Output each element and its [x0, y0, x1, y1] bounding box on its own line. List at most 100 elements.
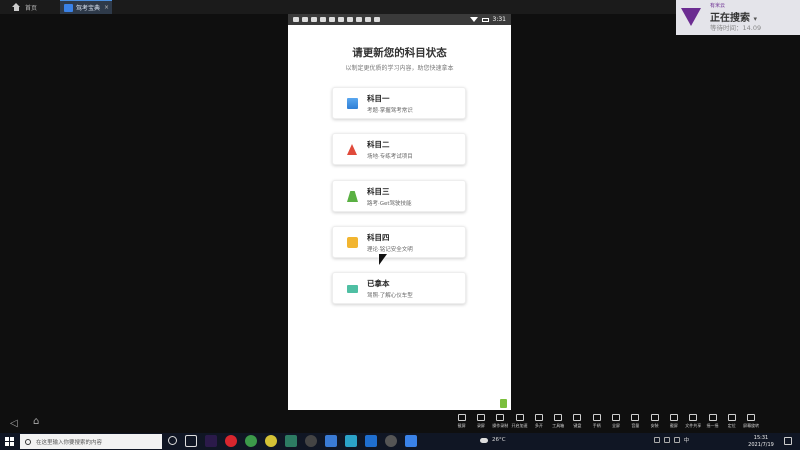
road-icon: [347, 191, 358, 202]
wifi-icon: [469, 17, 478, 22]
tool-icon: [612, 414, 621, 421]
card-title: 科目四: [367, 233, 390, 242]
app-icon[interactable]: [385, 435, 397, 447]
tool-button[interactable]: 多开: [529, 411, 548, 433]
weather-temp: 26°C: [492, 437, 506, 443]
premiere-icon[interactable]: [205, 435, 217, 447]
tool-icon: [727, 414, 736, 421]
card-title: 已拿本: [367, 279, 390, 288]
app-icon[interactable]: [345, 435, 357, 447]
ime-indicator[interactable]: 中: [684, 436, 690, 444]
phone-screen: 3:31 请更新您的科目状态 以制定更优质的学习内容，助您快速拿本 科目一 考题…: [288, 14, 511, 410]
search-placeholder: 在这里输入你要搜索的内容: [36, 439, 103, 446]
taskbar-clock[interactable]: 15:31 2021/7/19: [746, 435, 776, 448]
subject-card-4[interactable]: 科目四 理论·铭记安全文明: [332, 226, 466, 258]
notice-label: 有米云: [710, 3, 726, 9]
home-icon: [12, 3, 21, 11]
tool-button[interactable]: 文件共享: [684, 411, 703, 433]
subject-card-3[interactable]: 科目三 路考·Get驾驶技能: [332, 180, 466, 212]
cortana-icon[interactable]: [168, 436, 177, 445]
app-icon[interactable]: [325, 435, 337, 447]
card-title: 科目一: [367, 94, 390, 103]
phone-status-bar: 3:31: [288, 14, 511, 25]
system-tray: 26°C 中: [480, 436, 689, 444]
tool-icon: [669, 414, 678, 421]
tool-button[interactable]: 操作录制: [491, 411, 510, 433]
card-subtitle: 场地·专练考试项目: [367, 154, 413, 160]
tool-icon: [554, 414, 563, 421]
home-nav-icon[interactable]: ⌂: [33, 416, 39, 427]
page-title: 请更新您的科目状态: [352, 47, 447, 59]
tool-icon: [573, 414, 582, 421]
tool-button[interactable]: 截屏: [452, 411, 471, 433]
tool-icon: [747, 414, 756, 421]
taskbar-search-input[interactable]: 在这里输入你要搜索的内容: [20, 434, 162, 449]
tool-icon: [496, 414, 505, 421]
battery-saver-icon[interactable]: [500, 399, 507, 408]
subject-card-5[interactable]: 已拿本 驾照·了解心仪车型: [332, 272, 466, 304]
browser-icon[interactable]: [265, 435, 277, 447]
tray-icon[interactable]: [663, 437, 670, 443]
clock-date: 2021/7/19: [748, 441, 774, 448]
tool-icon: [592, 414, 601, 421]
close-icon[interactable]: ×: [104, 4, 109, 11]
emulator-taskbar-icon[interactable]: [405, 435, 417, 447]
tool-icon: [515, 414, 524, 421]
tool-button[interactable]: 开启加速: [510, 411, 529, 433]
tool-icon: [631, 414, 640, 421]
tool-icon: [650, 414, 659, 421]
tool-button[interactable]: 屏幕旋转: [741, 411, 760, 433]
app-icon[interactable]: [305, 435, 317, 447]
app-icon[interactable]: [285, 435, 297, 447]
weather-icon: [480, 437, 488, 443]
tray-icon[interactable]: [653, 437, 660, 443]
tool-icon: [689, 414, 698, 421]
tool-button[interactable]: 录屏: [471, 411, 490, 433]
tool-button[interactable]: 音量: [626, 411, 645, 433]
app-icon[interactable]: [365, 435, 377, 447]
tool-button[interactable]: 手柄: [587, 411, 606, 433]
card-title: 科目二: [367, 140, 390, 149]
windows-taskbar: 在这里输入你要搜索的内容 26°C 中 15:31 2021/7/19: [0, 433, 800, 450]
home-tab-label: 首页: [25, 4, 38, 12]
search-notice-panel[interactable]: 有米云 正在搜索 ▾ 等待时间：14.09: [676, 0, 800, 35]
license-card-icon: [347, 285, 358, 293]
traffic-cone-icon: [347, 144, 357, 155]
tool-icon: [457, 414, 466, 421]
card-subtitle: 驾照·了解心仪车型: [367, 293, 413, 299]
tool-button[interactable]: 键盘: [568, 411, 587, 433]
app-icon: [64, 3, 73, 12]
traffic-light-icon: [347, 237, 358, 248]
card-subtitle: 理论·铭记安全文明: [367, 247, 413, 253]
card-subtitle: 考题·掌握驾考常识: [367, 108, 413, 114]
tool-button[interactable]: 摇一摇: [703, 411, 722, 433]
windows-start-icon[interactable]: [5, 437, 14, 446]
status-time: 3:31: [492, 16, 506, 23]
tool-button[interactable]: 定位: [722, 411, 741, 433]
tool-button[interactable]: 截屏: [664, 411, 683, 433]
logo-icon: [681, 8, 701, 26]
volume-icon[interactable]: [673, 437, 680, 443]
tool-icon: [708, 414, 717, 421]
subject-card-1[interactable]: 科目一 考题·掌握驾考常识: [332, 87, 466, 119]
search-icon: [25, 438, 31, 445]
emulator-toolbar: 截屏 录屏 操作录制 开启加速 多开 工具箱 键盘 手柄 全屏 音量 安装 截屏…: [452, 411, 800, 433]
card-subtitle: 路考·Get驾驶技能: [367, 201, 412, 207]
back-icon[interactable]: ◁: [10, 418, 18, 429]
tool-icon: [534, 414, 543, 421]
tool-button[interactable]: 工具箱: [548, 411, 567, 433]
netease-icon[interactable]: [225, 435, 237, 447]
app-tab[interactable]: 驾考宝典 ×: [60, 0, 112, 14]
notification-center-icon[interactable]: [784, 437, 792, 445]
subject-card-2[interactable]: 科目二 场地·专练考试项目: [332, 133, 466, 165]
tool-icon: [476, 414, 485, 421]
mouse-cursor-icon: [379, 254, 387, 265]
tool-button[interactable]: 全屏: [606, 411, 625, 433]
chrome-icon[interactable]: [245, 435, 257, 447]
card-title: 科目三: [367, 187, 390, 196]
taskbar-apps: [168, 435, 417, 447]
tool-button[interactable]: 安装: [645, 411, 664, 433]
task-view-icon[interactable]: [185, 435, 197, 447]
home-tab[interactable]: 首页: [12, 2, 37, 12]
notification-icons: [293, 17, 380, 22]
